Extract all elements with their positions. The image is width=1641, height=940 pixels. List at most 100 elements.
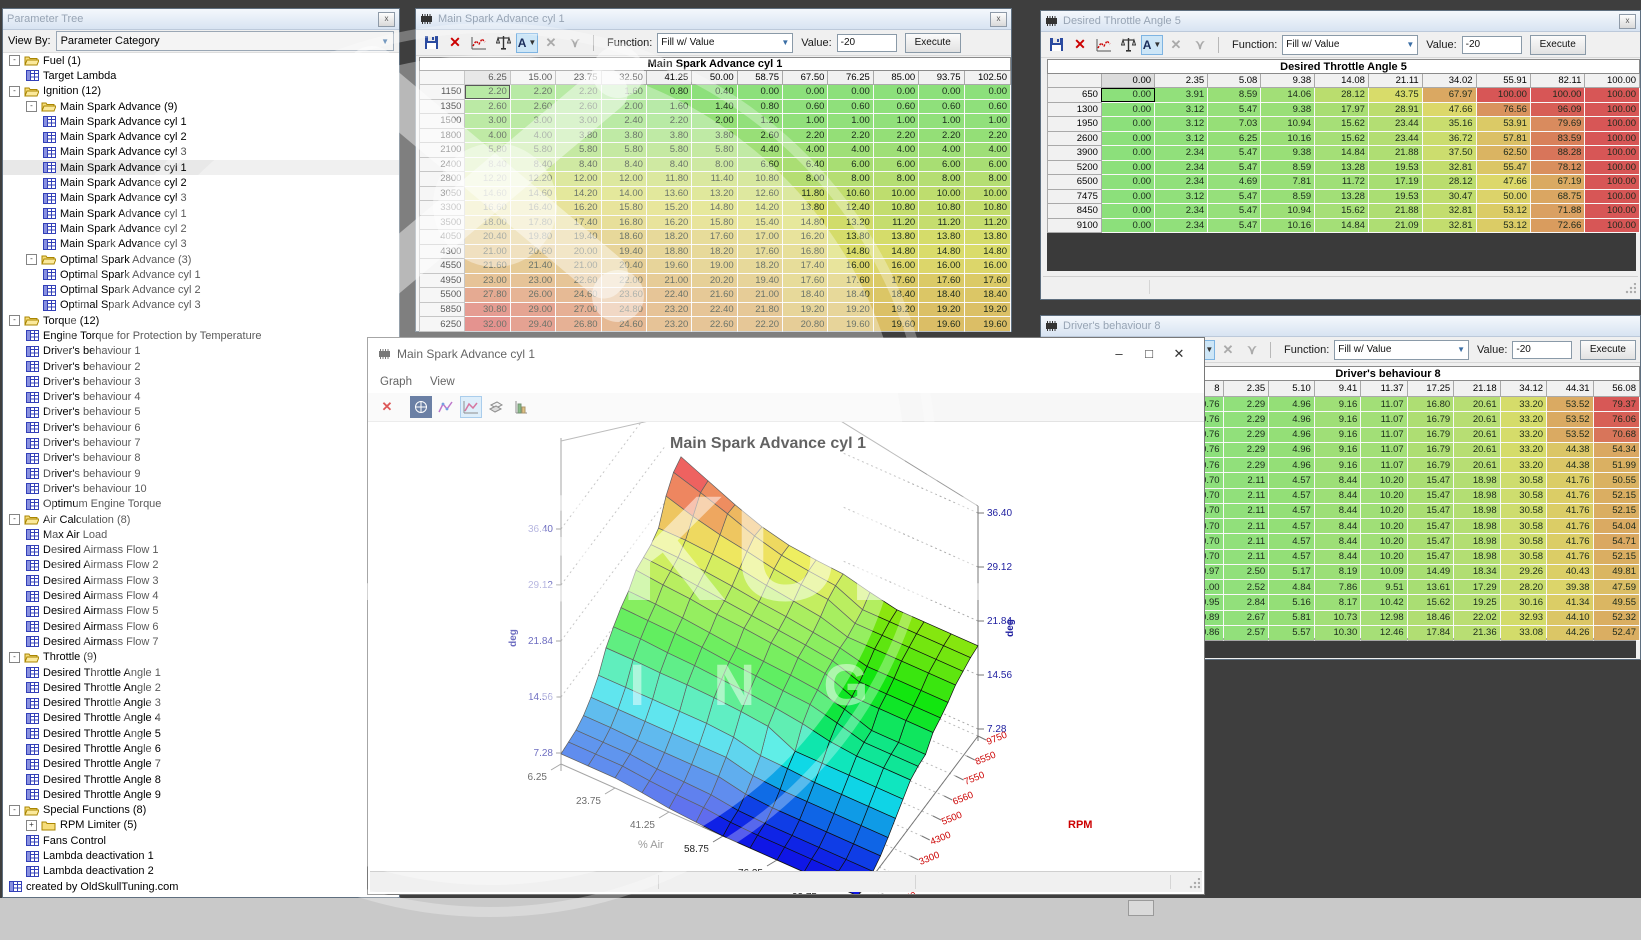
data-cell[interactable]: 21.80 <box>737 302 782 317</box>
close-icon[interactable]: x <box>378 12 395 27</box>
data-cell[interactable]: 0.60 <box>873 99 918 114</box>
function-select[interactable]: Fill w/ Value ▼ <box>1282 35 1418 55</box>
scroll-grip[interactable] <box>1128 900 1154 916</box>
tree-item[interactable]: created by OldSkullTuning.com <box>3 879 399 894</box>
data-cell[interactable]: 57.81 <box>1476 131 1530 146</box>
collapse-icon[interactable]: - <box>9 55 20 66</box>
data-cell[interactable]: 30.58 <box>1500 519 1546 534</box>
data-cell[interactable]: 52.15 <box>1593 549 1639 564</box>
data-cell[interactable]: 30.80 <box>465 302 510 317</box>
data-cell[interactable]: 4.96 <box>1269 397 1315 412</box>
data-cell[interactable]: 32.81 <box>1422 204 1476 219</box>
data-cell[interactable]: 67.97 <box>1422 88 1476 103</box>
data-cell[interactable]: 9.38 <box>1261 102 1315 117</box>
data-cell[interactable]: 18.98 <box>1454 488 1500 503</box>
data-cell[interactable]: 5.80 <box>510 143 555 158</box>
row-header[interactable]: 1800 <box>420 128 465 143</box>
data-cell[interactable]: 4.57 <box>1269 473 1315 488</box>
data-cell[interactable]: 2.20 <box>873 128 918 143</box>
data-cell[interactable]: 17.60 <box>828 273 873 288</box>
data-cell[interactable]: 0.40 <box>692 85 737 100</box>
data-cell[interactable]: 0.00 <box>1101 146 1154 161</box>
data-cell[interactable]: 2.11 <box>1223 473 1269 488</box>
drivers-titlebar[interactable]: Driver's behaviour 8 <box>1041 316 1640 337</box>
data-cell[interactable]: 2.20 <box>510 85 555 100</box>
data-cell[interactable]: 33.08 <box>1500 625 1546 640</box>
data-cell[interactable]: 12.46 <box>1361 625 1407 640</box>
data-cell[interactable]: 2.60 <box>556 99 601 114</box>
data-cell[interactable]: 2.29 <box>1223 412 1269 427</box>
tree-item[interactable]: Fans Control <box>3 833 399 848</box>
data-cell[interactable]: 47.59 <box>1593 580 1639 595</box>
data-cell[interactable]: 53.52 <box>1547 427 1593 442</box>
delete-icon[interactable]: ✕ <box>1069 35 1091 55</box>
row-header[interactable]: 3900 <box>1048 146 1102 161</box>
data-cell[interactable]: 23.00 <box>465 273 510 288</box>
data-cell[interactable]: 16.00 <box>828 259 873 274</box>
data-cell[interactable]: 41.76 <box>1547 473 1593 488</box>
col-header[interactable]: 5.10 <box>1269 381 1315 397</box>
collapse-icon[interactable]: - <box>9 86 20 97</box>
data-cell[interactable]: 2.34 <box>1155 146 1208 161</box>
data-cell[interactable]: 18.98 <box>1454 503 1500 518</box>
data-cell[interactable]: 21.00 <box>556 259 601 274</box>
data-cell[interactable]: 22.60 <box>692 317 737 332</box>
tree-item[interactable]: Main Spark Advance cyl 1 <box>3 206 399 221</box>
data-cell[interactable]: 2.57 <box>1223 625 1269 640</box>
tree-item[interactable]: Driver's behaviour 4 <box>3 390 399 405</box>
data-cell[interactable]: 44.38 <box>1547 458 1593 473</box>
menu-view[interactable]: View <box>430 376 455 388</box>
data-cell[interactable]: 72.66 <box>1530 218 1584 233</box>
data-cell[interactable]: 18.98 <box>1454 549 1500 564</box>
row-header[interactable]: 2600 <box>1048 131 1102 146</box>
data-cell[interactable]: 10.20 <box>1361 534 1407 549</box>
data-cell[interactable]: 10.94 <box>1261 204 1315 219</box>
data-cell[interactable]: 4.84 <box>1269 580 1315 595</box>
collapse-icon[interactable]: - <box>9 652 20 663</box>
data-cell[interactable]: 3.00 <box>465 114 510 129</box>
data-cell[interactable]: 67.19 <box>1530 175 1584 190</box>
data-cell[interactable]: 50.55 <box>1593 473 1639 488</box>
data-cell[interactable]: 6.40 <box>783 157 828 172</box>
data-cell[interactable]: 0.00 <box>783 85 828 100</box>
data-cell[interactable]: 17.19 <box>1368 175 1422 190</box>
resize-grip-icon[interactable] <box>1624 283 1636 295</box>
data-cell[interactable]: 10.80 <box>964 201 1010 216</box>
data-cell[interactable]: 100.00 <box>1585 218 1640 233</box>
col-header[interactable]: 34.12 <box>1500 381 1546 397</box>
main-spark-titlebar[interactable]: Main Spark Advance cyl 1 x <box>416 9 1011 30</box>
tree-item[interactable]: Driver's behaviour 10 <box>3 481 399 496</box>
data-cell[interactable]: 5.47 <box>1208 102 1261 117</box>
data-cell[interactable]: 55.47 <box>1476 160 1530 175</box>
data-cell[interactable]: 14.20 <box>556 186 601 201</box>
compare-icon[interactable] <box>492 33 514 53</box>
data-cell[interactable]: 16.79 <box>1407 412 1453 427</box>
data-cell[interactable]: 5.16 <box>1269 595 1315 610</box>
data-cell[interactable]: 51.99 <box>1593 458 1639 473</box>
tree-item[interactable]: Desired Airmass Flow 2 <box>3 558 399 573</box>
data-cell[interactable]: 19.53 <box>1368 160 1422 175</box>
data-cell[interactable]: 2.29 <box>1223 427 1269 442</box>
minimize-icon[interactable]: – <box>1104 346 1134 362</box>
data-cell[interactable]: 20.80 <box>783 317 828 332</box>
data-cell[interactable]: 3.12 <box>1155 117 1208 132</box>
data-cell[interactable]: 28.12 <box>1315 88 1369 103</box>
tree-item[interactable]: Driver's behaviour 3 <box>3 374 399 389</box>
data-cell[interactable]: 9.16 <box>1314 458 1360 473</box>
data-cell[interactable]: 2.11 <box>1223 549 1269 564</box>
data-cell[interactable]: 10.00 <box>919 186 964 201</box>
data-cell[interactable]: 2.34 <box>1155 175 1208 190</box>
data-cell[interactable]: 0.00 <box>1101 160 1154 175</box>
collapse-icon[interactable]: - <box>26 254 37 265</box>
data-cell[interactable]: 8.59 <box>1208 88 1261 103</box>
data-cell[interactable]: 23.20 <box>646 302 691 317</box>
data-cell[interactable]: 4.00 <box>510 128 555 143</box>
row-header[interactable]: 1150 <box>420 85 465 100</box>
data-cell[interactable]: 3.12 <box>1155 131 1208 146</box>
data-cell[interactable]: 96.09 <box>1530 102 1584 117</box>
execute-button[interactable]: Execute <box>1530 35 1586 55</box>
data-cell[interactable]: 53.12 <box>1476 204 1530 219</box>
close-graph-icon[interactable]: ✕ <box>376 396 398 418</box>
data-cell[interactable]: 10.16 <box>1261 131 1315 146</box>
tree-item[interactable]: Driver's behaviour 6 <box>3 420 399 435</box>
